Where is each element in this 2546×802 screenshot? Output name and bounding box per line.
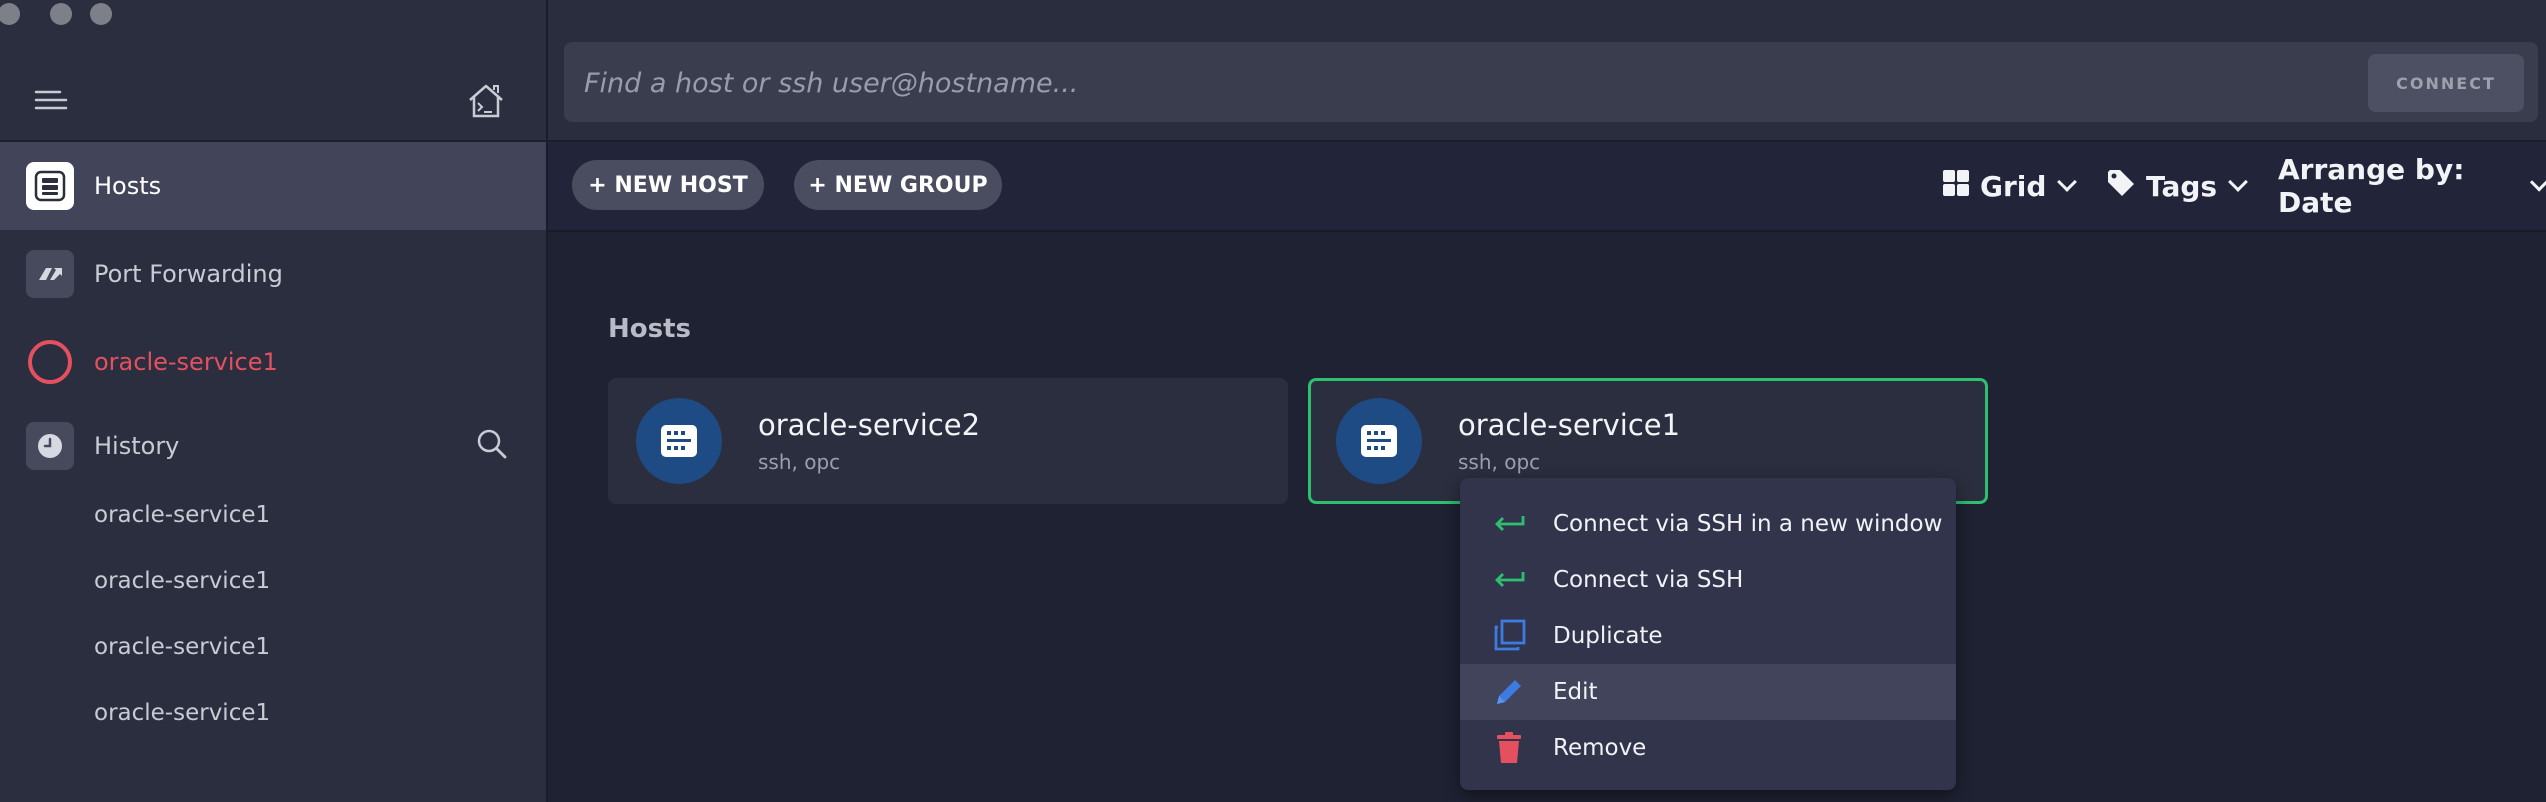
sidebar-item-hosts[interactable]: Hosts [0, 142, 546, 230]
context-menu: Connect via SSH in a new window Connect … [1460, 478, 1956, 790]
menu-toggle-icon[interactable] [34, 88, 68, 112]
history-item[interactable]: oracle-service1 [94, 634, 270, 660]
menu-item-label: Remove [1553, 735, 1647, 761]
sidebar-item-history[interactable]: History [0, 402, 546, 490]
menu-item-label: Connect via SSH [1553, 567, 1744, 593]
connect-button[interactable]: CONNECT [2368, 54, 2524, 112]
menu-item-label: Connect via SSH in a new window [1553, 511, 1943, 537]
menu-item-label: Duplicate [1553, 623, 1663, 649]
search-bar: CONNECT [564, 42, 2538, 124]
view-mode-dropdown[interactable]: Grid [1942, 166, 2078, 206]
server-icon [26, 162, 74, 210]
arrange-dropdown[interactable]: Arrange by: Date [2278, 153, 2546, 219]
local-terminal-home-icon[interactable] [466, 82, 506, 120]
new-group-button[interactable]: + NEW GROUP [794, 160, 1002, 210]
arrange-label: Arrange by: Date [2278, 153, 2465, 219]
sidebar-item-label: oracle-service1 [94, 348, 278, 376]
view-mode-label: Grid [1980, 169, 2047, 203]
tags-dropdown[interactable]: Tags [2106, 166, 2248, 206]
sidebar-item-label: Hosts [94, 172, 162, 200]
search-input[interactable] [582, 42, 2286, 124]
host-name: oracle-service1 [1458, 408, 1681, 442]
tag-icon [2106, 168, 2136, 205]
sidebar-item-port-forwarding[interactable]: Port Forwarding [0, 230, 546, 318]
menu-item-duplicate[interactable]: Duplicate [1460, 608, 1956, 664]
menu-item-remove[interactable]: Remove [1460, 720, 1956, 776]
enter-arrow-icon [1492, 507, 1526, 541]
history-item[interactable]: oracle-service1 [94, 502, 270, 528]
server-icon [636, 398, 722, 484]
chevron-down-icon [2530, 172, 2546, 192]
clock-icon [26, 422, 74, 470]
menu-item-connect-ssh[interactable]: Connect via SSH [1460, 552, 1956, 608]
tags-label: Tags [2146, 169, 2218, 203]
host-card[interactable]: oracle-service2 ssh, opc [608, 378, 1288, 504]
host-details: ssh, opc [758, 450, 841, 474]
history-item[interactable]: oracle-service1 [94, 700, 270, 726]
port-forwarding-icon [26, 250, 74, 298]
grid-icon [1942, 169, 1970, 204]
section-title: Hosts [608, 314, 692, 344]
window-minimize-button[interactable] [50, 3, 72, 25]
sidebar-item-label: History [94, 432, 180, 460]
history-search-icon[interactable] [476, 428, 508, 460]
connecting-ring-icon [26, 338, 74, 386]
menu-item-edit[interactable]: Edit [1460, 664, 1956, 720]
trash-icon [1492, 731, 1526, 765]
server-icon [1336, 398, 1422, 484]
history-item[interactable]: oracle-service1 [94, 568, 270, 594]
chevron-down-icon [2057, 172, 2078, 192]
host-details: ssh, opc [1458, 450, 1541, 474]
sidebar-item-label: Port Forwarding [94, 260, 283, 288]
chevron-down-icon [2228, 172, 2248, 192]
new-host-button[interactable]: + NEW HOST [572, 160, 764, 210]
menu-item-label: Edit [1553, 679, 1598, 705]
duplicate-icon [1492, 619, 1526, 653]
pencil-icon [1492, 675, 1526, 709]
host-name: oracle-service2 [758, 408, 981, 442]
sidebar-item-active-session[interactable]: oracle-service1 [0, 318, 546, 406]
window-zoom-button[interactable] [90, 3, 112, 25]
menu-item-connect-new-window[interactable]: Connect via SSH in a new window [1460, 496, 1956, 552]
enter-arrow-icon [1492, 563, 1526, 597]
